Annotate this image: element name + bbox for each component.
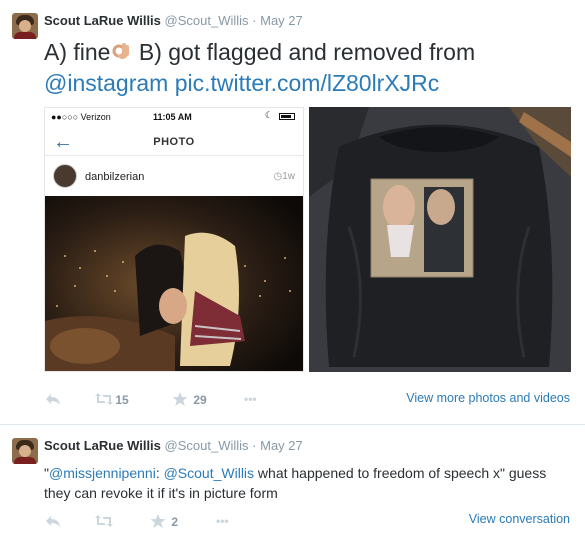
reply-icon [44, 392, 62, 406]
separator: · [252, 438, 257, 453]
mention-link[interactable]: @instagram [44, 70, 168, 96]
carrier-label: ●●○○○ Verizon [51, 112, 111, 122]
battery-icon [279, 113, 295, 120]
media-photo-2[interactable] [309, 107, 571, 372]
avatar[interactable] [12, 13, 38, 39]
view-more-photos-link[interactable]: View more photos and videos [406, 391, 570, 405]
avatar[interactable] [12, 438, 38, 464]
status-time: 11:05 AM [153, 112, 192, 122]
media-photo-1[interactable]: ●●○○○ Verizon 11:05 AM ☾ ← PHOTO danbilz… [44, 107, 304, 372]
tweet-text-part2: B) got flagged and removed from [132, 39, 476, 65]
tweet-date[interactable]: May 27 [260, 13, 303, 28]
tweet-header: Scout LaRue Willis @Scout_Willis · May 2… [44, 438, 303, 453]
phone-title: PHOTO [153, 136, 195, 148]
tweet-date[interactable]: May 27 [260, 438, 303, 453]
reply-button[interactable] [44, 514, 62, 529]
separator: · [252, 13, 257, 28]
more-icon[interactable]: ••• [216, 514, 229, 528]
retweet-icon [94, 392, 113, 406]
phone-username: danbilzerian [85, 171, 145, 183]
retweet-button[interactable] [94, 514, 113, 529]
moon-icon: ☾ [264, 110, 273, 120]
author-handle[interactable]: @Scout_Willis [165, 438, 249, 453]
phone-photo [45, 196, 303, 371]
tweet-text: "@missjennipenni: @Scout_Willis what hap… [44, 463, 574, 503]
pic-link[interactable]: pic.twitter.com/lZ80lrXJRc [175, 70, 440, 96]
phone-nav-bar: ← PHOTO [45, 130, 303, 156]
mention-link-1[interactable]: @missjennipenni [49, 465, 156, 481]
tweet-2: Scout LaRue Willis @Scout_Willis · May 2… [0, 424, 585, 535]
author-name[interactable]: Scout LaRue Willis [44, 13, 161, 28]
favorite-button[interactable]: 29 [172, 392, 207, 407]
tweet-header: Scout LaRue Willis @Scout_Willis · May 2… [44, 13, 303, 28]
more-icon[interactable]: ••• [244, 392, 257, 406]
favorite-count: 2 [171, 515, 179, 529]
reply-button[interactable] [44, 392, 62, 407]
phone-status-bar: ●●○○○ Verizon 11:05 AM ☾ [45, 108, 303, 126]
phone-post-age: ◷1w [273, 171, 295, 182]
ok-hand-emoji-icon [110, 40, 132, 64]
phone-user-avatar [53, 164, 77, 188]
author-handle[interactable]: @Scout_Willis [165, 13, 249, 28]
favorite-count: 29 [193, 393, 207, 407]
favorite-button[interactable]: 2 [150, 514, 178, 529]
mention-link-2[interactable]: @Scout_Willis [164, 465, 254, 481]
favorite-icon [150, 514, 168, 528]
reply-icon [44, 514, 62, 528]
tweet-text-part1: A) fine [44, 39, 111, 65]
retweet-icon [94, 514, 113, 528]
favorite-icon [172, 392, 190, 406]
colon: : [155, 465, 164, 481]
view-conversation-link[interactable]: View conversation [469, 512, 570, 526]
retweet-count: 15 [115, 393, 129, 407]
tweet-text: A) fine B) got flagged and removed from … [44, 37, 579, 99]
retweet-button[interactable]: 15 [94, 392, 129, 407]
tweet-1: Scout LaRue Willis @Scout_Willis · May 2… [0, 0, 585, 424]
author-name[interactable]: Scout LaRue Willis [44, 438, 161, 453]
phone-user-row: danbilzerian ◷1w [45, 162, 303, 194]
